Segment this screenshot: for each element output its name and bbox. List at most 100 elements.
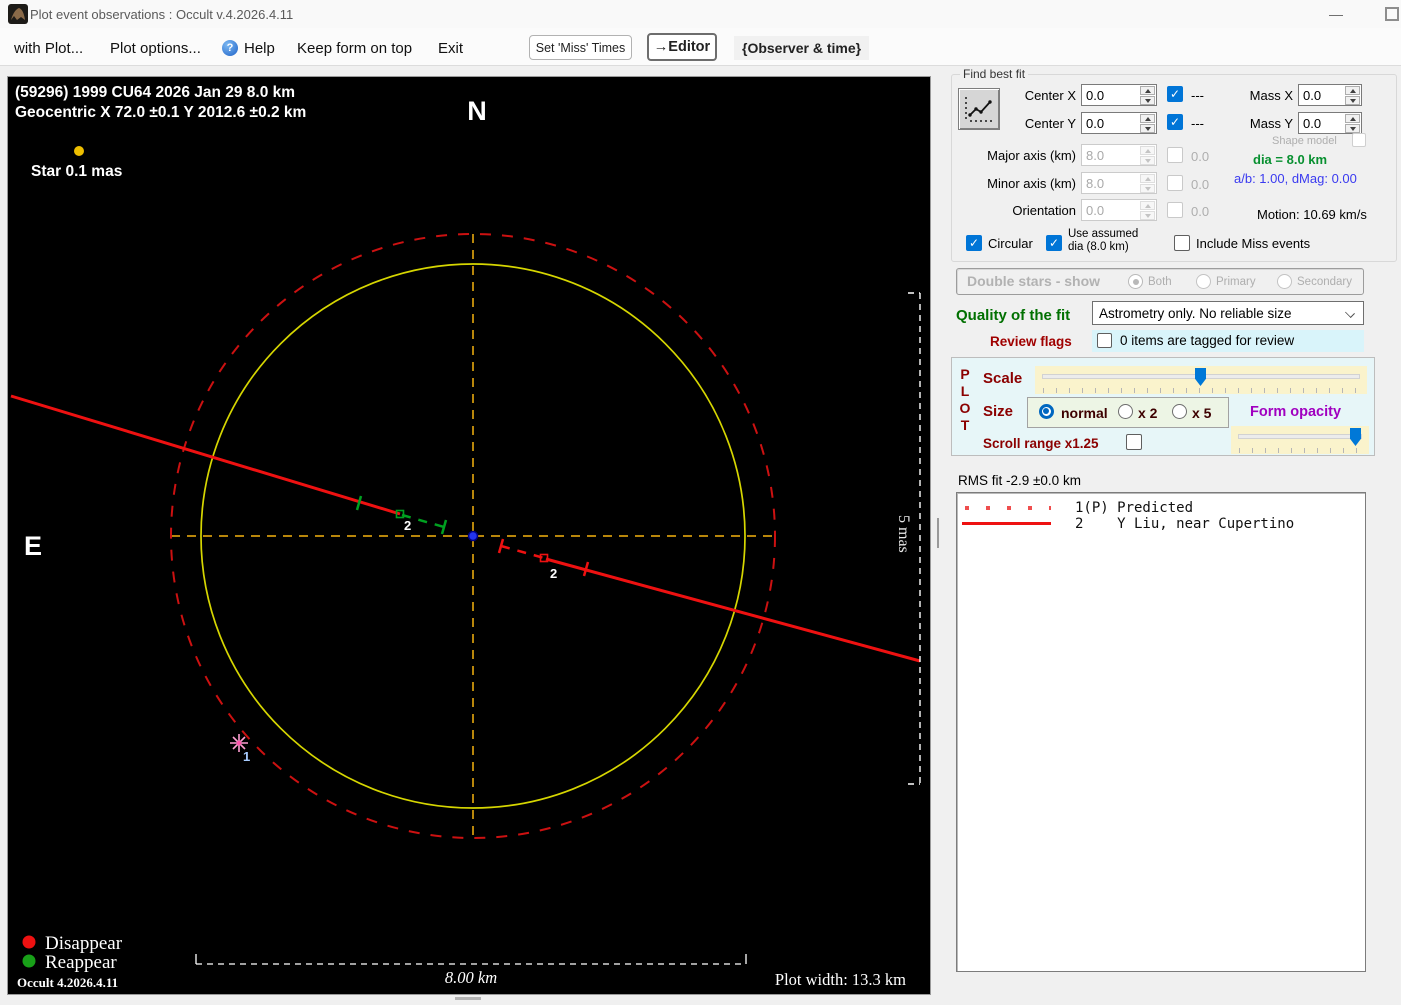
rms-fit-label: RMS fit -2.9 ±0.0 km bbox=[958, 473, 1081, 488]
help-icon: ? bbox=[222, 40, 238, 56]
form-opacity-thumb[interactable] bbox=[1350, 428, 1361, 446]
scroll-range-checkbox[interactable] bbox=[1126, 434, 1142, 450]
review-flags-checkbox[interactable] bbox=[1097, 333, 1112, 348]
app-window: Plot event observations : Occult v.4.202… bbox=[0, 0, 1401, 1005]
center-y-value[interactable]: 0.0 bbox=[1082, 113, 1140, 133]
size-x2-radio[interactable] bbox=[1118, 404, 1133, 419]
menu-plot-options[interactable]: Plot options... bbox=[110, 37, 201, 59]
circular-checkbox[interactable]: ✓ bbox=[966, 235, 982, 251]
legend-reappear: Reappear bbox=[45, 952, 117, 973]
occultation-plot[interactable]: 2 2 1 (59296) 1999 CU64 2026 Jan 29 8.0 … bbox=[7, 76, 931, 995]
editor-button[interactable]: →Editor bbox=[647, 33, 717, 61]
major-axis-value: 8.0 bbox=[1086, 148, 1105, 163]
mass-x-spinner[interactable]: 0.0 bbox=[1298, 84, 1362, 106]
scroll-range-label: Scroll range x1.25 bbox=[983, 436, 1099, 451]
motion-label: Motion: 10.69 km/s bbox=[1257, 207, 1367, 222]
use-assumed-dia-checkbox[interactable]: ✓ bbox=[1046, 235, 1062, 251]
plot-version: Occult 4.2026.4.11 bbox=[17, 975, 118, 990]
double-stars-primary-label: Primary bbox=[1216, 276, 1256, 288]
review-flags-label: Review flags bbox=[990, 334, 1072, 349]
mass-x-value[interactable]: 0.0 bbox=[1299, 85, 1345, 105]
double-stars-secondary-radio[interactable] bbox=[1277, 274, 1292, 289]
center-y-spinner[interactable]: 0.0 bbox=[1081, 112, 1157, 134]
shape-model-checkbox[interactable] bbox=[1352, 133, 1366, 147]
form-opacity-ticks bbox=[1239, 448, 1361, 453]
double-stars-label: Double stars - show bbox=[967, 273, 1101, 289]
plot-header-line2: Geocentric X 72.0 ±0.1 Y 2012.6 ±0.2 km bbox=[15, 104, 306, 121]
orientation-fit-checkbox[interactable] bbox=[1167, 202, 1183, 218]
bottom-splitter-handle[interactable] bbox=[455, 997, 481, 1000]
quality-value: Astrometry only. No reliable size bbox=[1099, 305, 1292, 321]
menu-exit[interactable]: Exit bbox=[438, 37, 463, 59]
legend-row-1-name: Predicted bbox=[1117, 500, 1193, 516]
find-best-fit-label: Find best fit bbox=[960, 67, 1029, 81]
scale-slider-thumb[interactable] bbox=[1195, 368, 1206, 386]
legend-row-observer2: 2 Y Liu, near Cupertino bbox=[1075, 516, 1294, 532]
observed-line-sample bbox=[962, 522, 1051, 525]
maximize-button[interactable] bbox=[1385, 7, 1399, 21]
predicted-line-sample bbox=[965, 506, 1051, 510]
menu-help-label: Help bbox=[244, 39, 275, 57]
reappear-dot-icon bbox=[22, 954, 36, 968]
legend-row-predicted: 1(P) Predicted bbox=[1075, 500, 1193, 516]
center-y-result: --- bbox=[1191, 116, 1204, 131]
diameter-label: dia = 8.0 km bbox=[1253, 152, 1328, 167]
scale-slider-ticks bbox=[1043, 388, 1359, 393]
double-stars-primary-radio[interactable] bbox=[1196, 274, 1211, 289]
menu-with-plot[interactable]: with Plot... bbox=[14, 37, 83, 59]
minimize-button[interactable]: — bbox=[1318, 2, 1354, 26]
chord-label-left: 2 bbox=[404, 518, 411, 533]
chevron-down-icon bbox=[1345, 308, 1355, 318]
size-normal-radio[interactable] bbox=[1039, 404, 1054, 419]
center-x-spinner[interactable]: 0.0 bbox=[1081, 84, 1157, 106]
center-x-fit-checkbox[interactable]: ✓ bbox=[1167, 86, 1183, 102]
plot-letter-p: P bbox=[960, 366, 970, 382]
minor-axis-value: 8.0 bbox=[1086, 176, 1105, 191]
menu-keep-on-top[interactable]: Keep form on top bbox=[297, 37, 412, 59]
size-label: Size bbox=[983, 403, 1014, 420]
form-opacity-slider[interactable] bbox=[1231, 426, 1369, 454]
menu-help[interactable]: ? Help bbox=[222, 37, 275, 59]
quality-label: Quality of the fit bbox=[956, 307, 1071, 324]
center-x-value[interactable]: 0.0 bbox=[1082, 85, 1140, 105]
review-flags-field: 0 items are tagged for review bbox=[1092, 330, 1364, 352]
mass-x-label: Mass X bbox=[1249, 88, 1293, 103]
chord-label-right: 2 bbox=[550, 566, 557, 581]
scale-slider[interactable] bbox=[1035, 366, 1367, 394]
minor-axis-fit-checkbox[interactable] bbox=[1167, 175, 1183, 191]
orientation-value: 0.0 bbox=[1086, 203, 1105, 218]
observer-time-label: {Observer & time} bbox=[734, 36, 870, 60]
form-opacity-label: Form opacity bbox=[1250, 404, 1342, 420]
observer-legend-list[interactable]: 1(P) Predicted 2 Y Liu, near Cupertino bbox=[956, 492, 1366, 972]
plot-header-line1: (59296) 1999 CU64 2026 Jan 29 8.0 km bbox=[15, 84, 295, 101]
minor-axis-spinner: 8.0 bbox=[1081, 172, 1157, 194]
center-y-fit-checkbox[interactable]: ✓ bbox=[1167, 114, 1183, 130]
legend-disappear: Disappear bbox=[45, 933, 123, 954]
double-stars-both-label: Both bbox=[1148, 276, 1172, 288]
mass-y-value[interactable]: 0.0 bbox=[1299, 113, 1345, 133]
mass-y-spinner[interactable]: 0.0 bbox=[1298, 112, 1362, 134]
shape-model-label: Shape model bbox=[1272, 135, 1337, 147]
plot-letter-o: O bbox=[959, 400, 971, 416]
include-miss-checkbox[interactable] bbox=[1174, 235, 1190, 251]
run-fit-button[interactable] bbox=[958, 88, 1000, 130]
plot-width-label: Plot width: 13.3 km bbox=[775, 970, 906, 989]
ab-dmag-label: a/b: 1.00, dMag: 0.00 bbox=[1234, 171, 1357, 186]
splitter-handle[interactable] bbox=[937, 518, 939, 548]
size-x5-radio[interactable] bbox=[1172, 404, 1187, 419]
minor-axis-label: Minor axis (km) bbox=[987, 176, 1076, 191]
set-miss-times-button[interactable]: Set 'Miss' Times bbox=[529, 35, 632, 60]
quality-dropdown[interactable]: Astrometry only. No reliable size bbox=[1092, 301, 1364, 325]
legend-row-2-name: Y Liu, near Cupertino bbox=[1117, 516, 1295, 532]
orientation-result: 0.0 bbox=[1191, 204, 1210, 219]
form-opacity-track bbox=[1238, 434, 1362, 439]
mass-y-label: Mass Y bbox=[1249, 116, 1293, 131]
legend-row-1-num: 1(P) bbox=[1075, 500, 1109, 516]
center-y-label: Center Y bbox=[1024, 116, 1076, 131]
scale-label: Scale bbox=[983, 370, 1023, 387]
size-x5-label: x 5 bbox=[1192, 405, 1212, 421]
double-stars-both-radio[interactable] bbox=[1128, 274, 1143, 289]
use-assumed-line2: dia (8.0 km) bbox=[1068, 241, 1129, 253]
major-axis-fit-checkbox[interactable] bbox=[1167, 147, 1183, 163]
size-x2-label: x 2 bbox=[1138, 405, 1158, 421]
